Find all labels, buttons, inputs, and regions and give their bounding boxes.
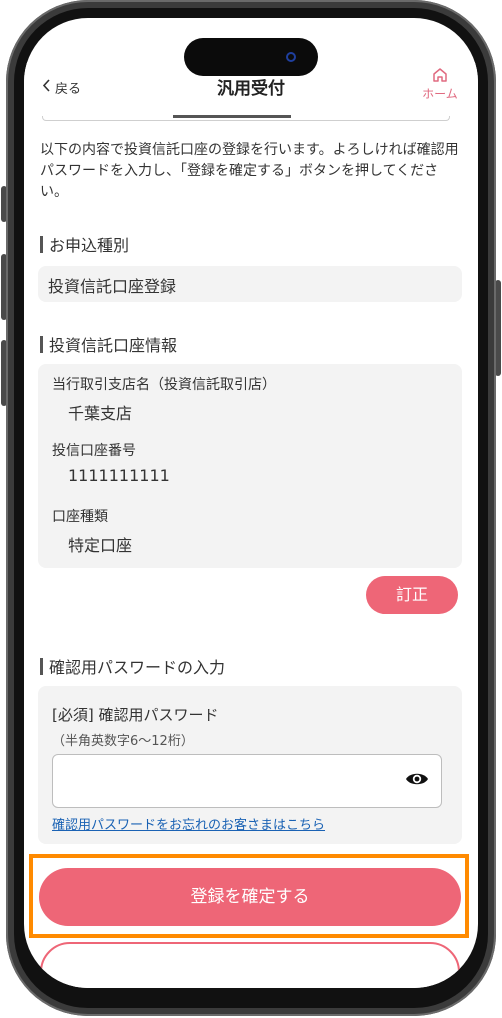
forgot-password-link[interactable]: 確認用パスワードをお忘れのお客さまはこちら	[52, 814, 325, 833]
account-type-label: 口座種類	[52, 509, 108, 525]
account-info-box: 当行取引支店名（投資信託取引店） 千葉支店 投信口座番号 1111111111 …	[38, 364, 462, 568]
password-input[interactable]	[52, 754, 442, 808]
section-heading-label: 確認用パスワードの入力	[49, 658, 226, 677]
section-heading-account-info: 投資信託口座情報	[40, 332, 177, 356]
intro-text: 以下の内容で投資信託口座の登録を行います。よろしければ確認用パスワードを入力し、…	[40, 142, 459, 200]
password-hint: （半角英数字6〜12桁）	[52, 734, 194, 749]
password-box: [必須] 確認用パスワード （半角英数字6〜12桁） 確認用パスワードをお忘れの…	[38, 686, 462, 844]
section-heading-label: 投資信託口座情報	[49, 336, 178, 355]
page-title: 汎用受付	[217, 79, 285, 99]
heading-bar	[40, 657, 43, 675]
account-type-value: 特定口座	[68, 536, 133, 555]
heading-bar	[40, 235, 43, 253]
active-step	[173, 115, 291, 118]
branch-label: 当行取引支店名（投資信託取引店）	[52, 377, 276, 393]
home-button[interactable]: ホーム	[416, 66, 464, 102]
home-label: ホーム	[422, 87, 458, 101]
confirm-registration-button[interactable]: 登録を確定する	[39, 868, 461, 926]
application-type-value: 投資信託口座登録	[48, 277, 177, 296]
camera-icon	[286, 52, 296, 62]
section-heading-application-type: お申込種別	[40, 232, 129, 256]
account-number-label: 投信口座番号	[52, 443, 136, 459]
secondary-button[interactable]	[40, 942, 460, 988]
account-number-value: 1111111111	[68, 466, 170, 485]
progress-steps	[42, 115, 450, 121]
password-field-label: [必須] 確認用パスワード	[52, 706, 219, 724]
section-heading-label: お申込種別	[49, 236, 130, 255]
dynamic-island	[184, 38, 318, 76]
app-screen: 戻る 汎用受付 ホーム 以下の内容で投資信託口座の登録を行います。よろしければ確…	[24, 18, 478, 988]
application-type-box: 投資信託口座登録	[38, 266, 462, 302]
heading-bar	[40, 335, 43, 353]
section-heading-password: 確認用パスワードの入力	[40, 654, 225, 678]
edit-button[interactable]: 訂正	[366, 576, 458, 614]
eye-icon[interactable]	[405, 770, 429, 792]
home-icon	[416, 66, 464, 84]
phone-mockup: 戻る 汎用受付 ホーム 以下の内容で投資信託口座の登録を行います。よろしければ確…	[0, 0, 502, 1018]
branch-value: 千葉支店	[68, 404, 133, 423]
